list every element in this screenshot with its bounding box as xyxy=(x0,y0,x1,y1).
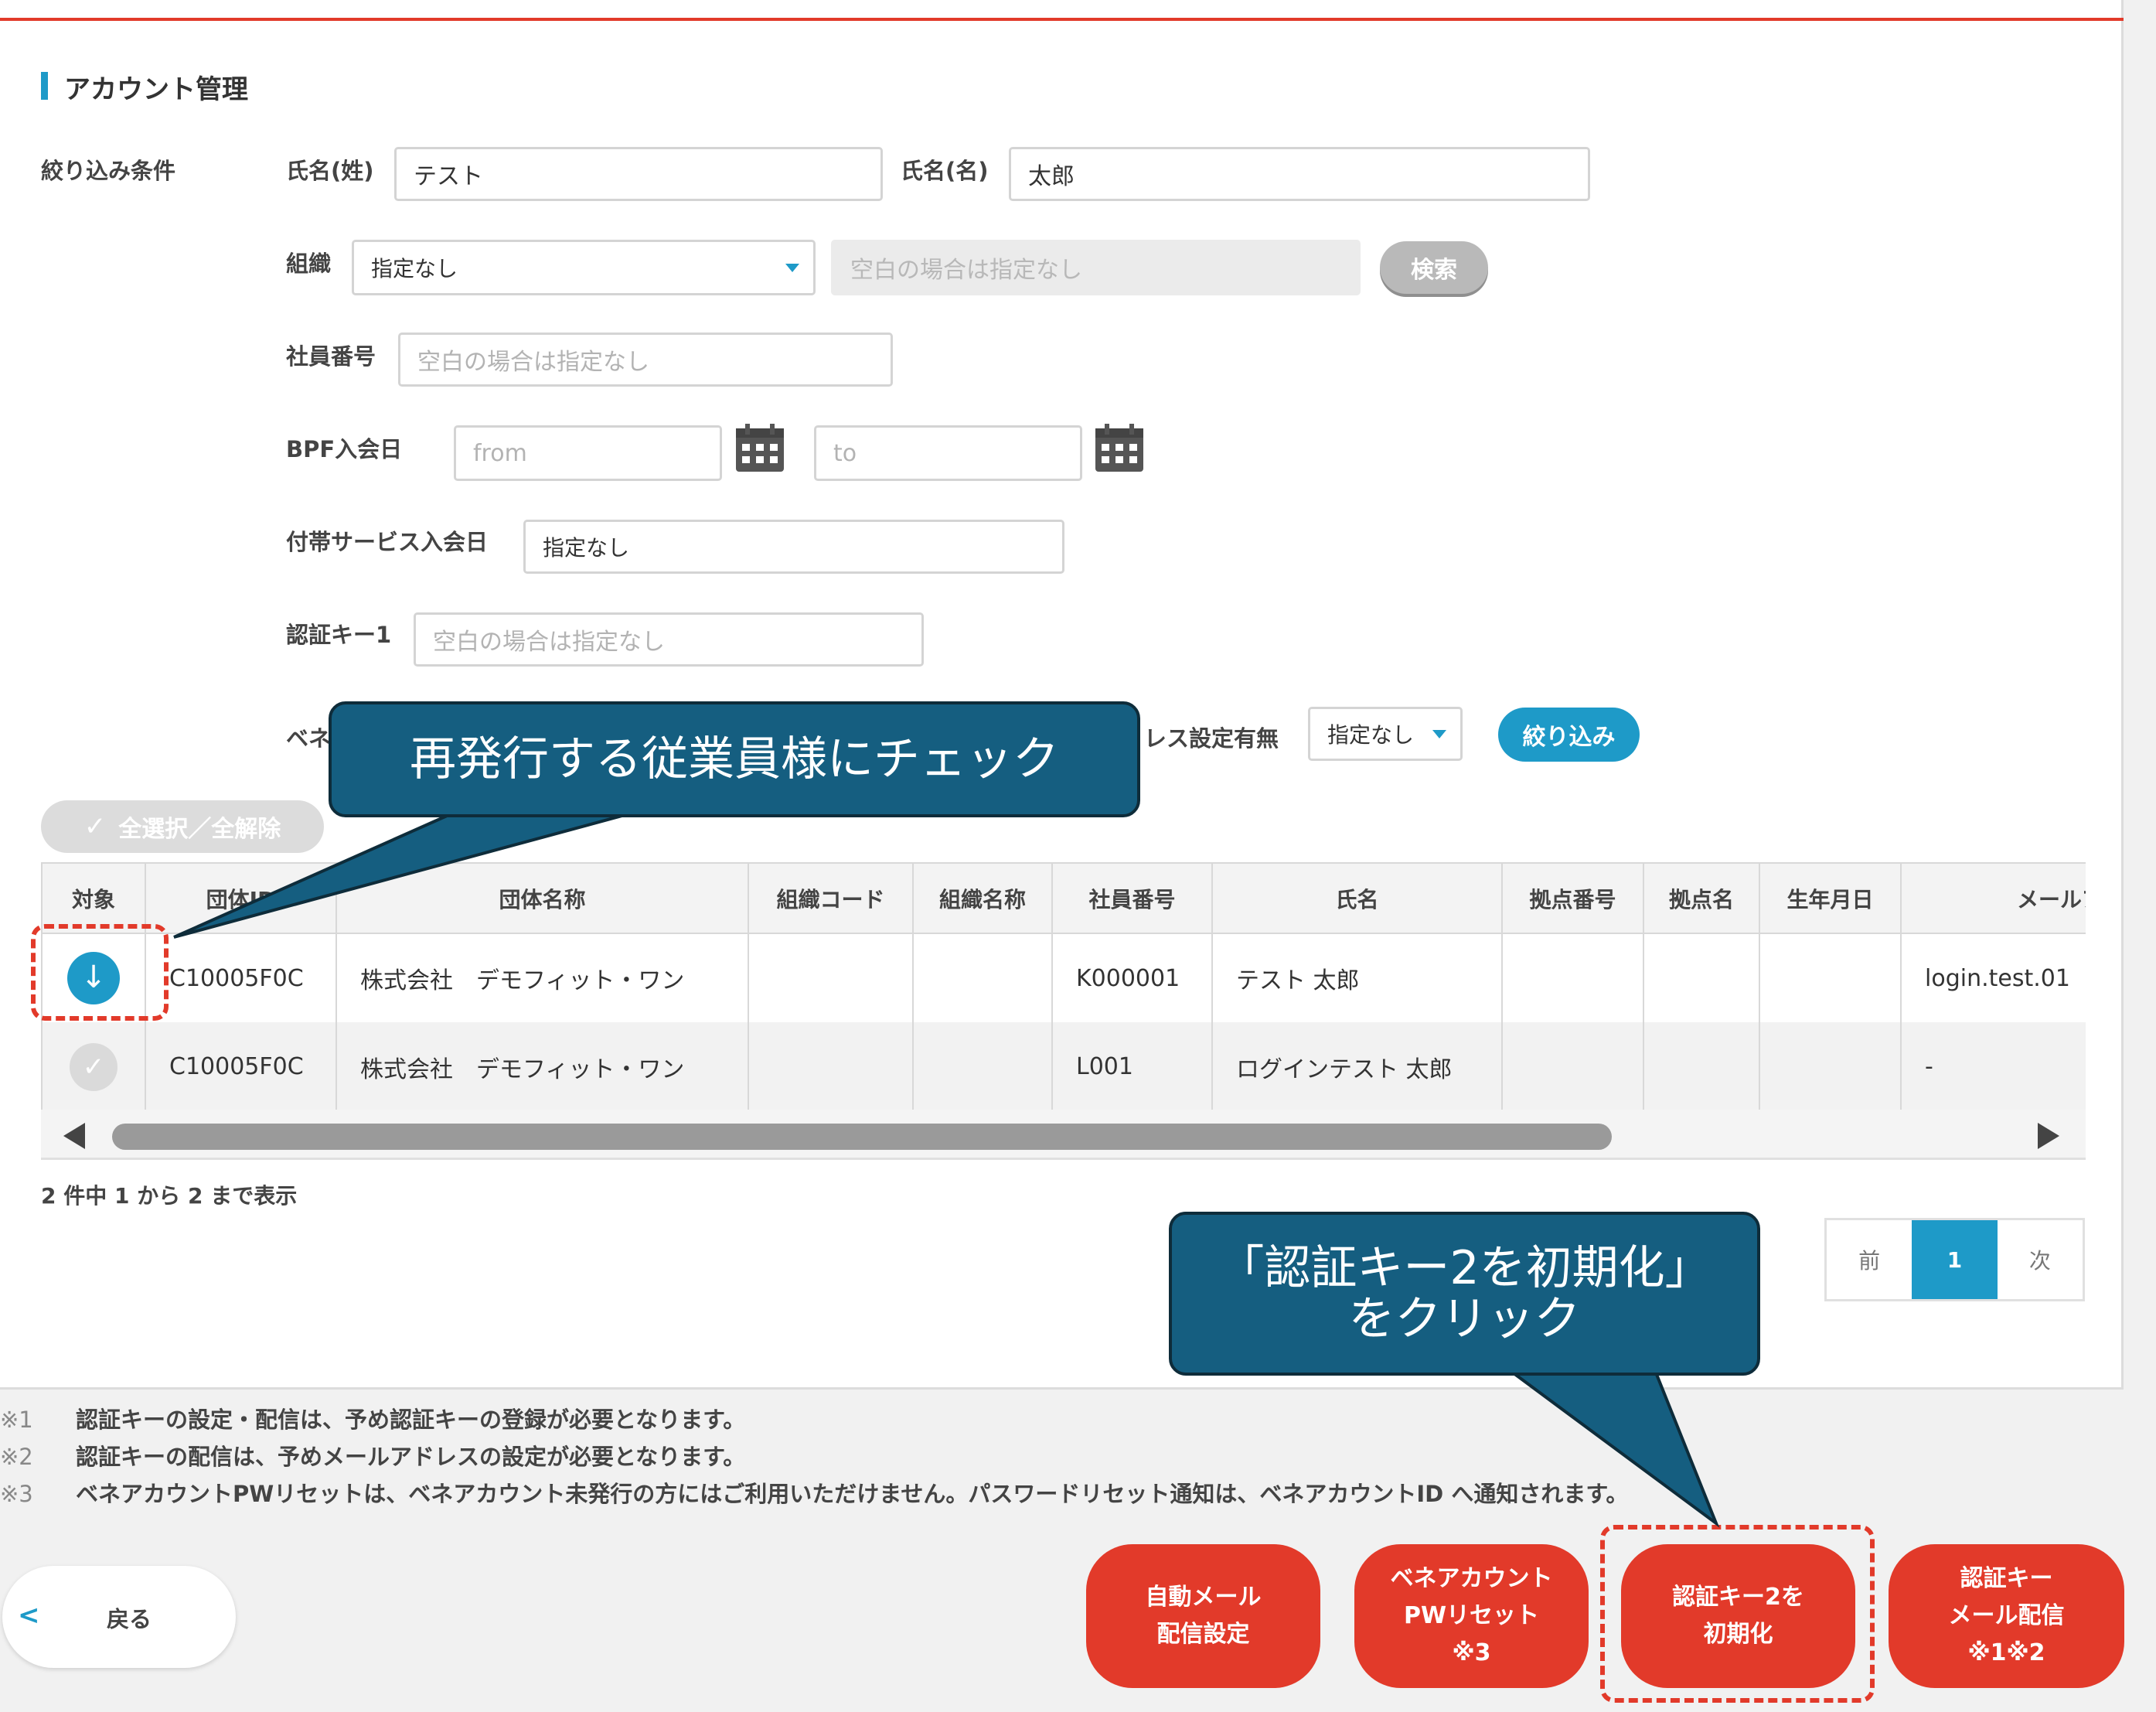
callout-check-employee: 再発行する従業員様にチェック xyxy=(329,701,1140,817)
callout-click-init: 「認証キー2を初期化」 をクリック xyxy=(1169,1212,1760,1376)
callout-pointers xyxy=(173,803,1720,1528)
